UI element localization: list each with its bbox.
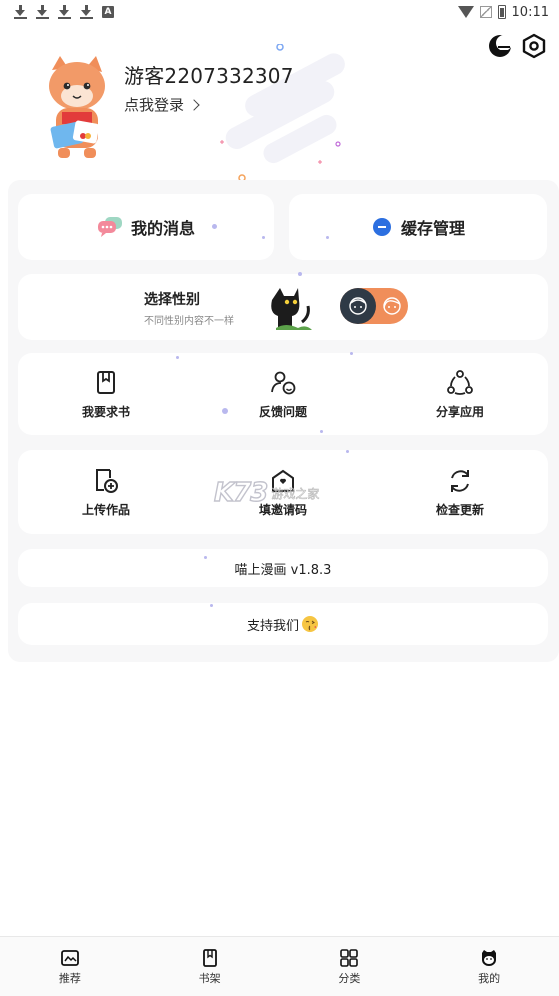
share-icon	[447, 369, 473, 395]
feedback-button[interactable]: 反馈问题	[194, 353, 372, 435]
login-link[interactable]: 点我登录	[124, 94, 200, 115]
chevron-right-icon	[188, 99, 200, 111]
cache-management-label: 缓存管理	[400, 219, 465, 238]
gender-title: 选择性别	[144, 292, 200, 308]
book-request-label: 我要求书	[81, 404, 130, 419]
support-label: 支持我们	[246, 618, 299, 634]
tab-bookshelf[interactable]: 书架	[140, 937, 280, 996]
female-face-icon	[383, 297, 401, 315]
watermark: K73 游戏之家	[213, 477, 320, 508]
menu-panel: 我的消息 缓存管理 选择性别 不同性别内容不一样 我要求书 反馈问题 分享应用 …	[8, 180, 559, 662]
decor-dot	[346, 450, 349, 453]
tab-me-label: 我的	[478, 971, 501, 985]
watermark-text: 游戏之家	[271, 486, 320, 501]
decor-dot	[212, 224, 217, 229]
check-update-label: 检查更新	[435, 502, 484, 517]
recommend-icon	[60, 949, 79, 966]
status-time: 10:11	[511, 4, 549, 20]
support-us-button[interactable]: 支持我们	[18, 603, 548, 645]
me-icon	[482, 949, 497, 966]
bottom-nav: 推荐 书架 分类 我的	[0, 936, 559, 996]
cache-icon	[372, 218, 391, 236]
update-icon	[451, 469, 469, 492]
decor-dot	[326, 236, 329, 239]
status-notifications: A	[14, 5, 114, 19]
tab-category[interactable]: 分类	[280, 937, 420, 996]
share-app-label: 分享应用	[435, 404, 484, 419]
download-icon	[14, 5, 27, 19]
wifi-icon	[457, 6, 474, 18]
no-signal-icon	[479, 6, 492, 18]
tab-recommend-label: 推荐	[58, 971, 81, 985]
bookshelf-icon	[202, 948, 217, 967]
username: 游客2207332307	[124, 64, 294, 88]
decor-dot	[262, 236, 265, 239]
login-label: 点我登录	[124, 96, 185, 114]
upload-work-button[interactable]: 上传作品	[18, 450, 194, 534]
avatar[interactable]	[46, 56, 108, 162]
status-system: 10:11	[457, 4, 549, 20]
status-bar: A 10:11	[0, 0, 559, 24]
decor-dot	[204, 556, 207, 559]
decor-dot	[350, 352, 353, 355]
decor-dot	[320, 430, 323, 433]
tools-grid-1: 我要求书 反馈问题 分享应用	[18, 353, 548, 435]
tab-recommend[interactable]: 推荐	[0, 937, 140, 996]
version-text: 喵上漫画 v1.8.3	[234, 562, 332, 578]
download-icon	[36, 5, 49, 19]
gender-subtitle: 不同性别内容不一样	[144, 316, 234, 327]
book-request-button[interactable]: 我要求书	[18, 353, 194, 435]
gender-selector: 选择性别 不同性别内容不一样	[18, 274, 548, 340]
category-icon	[340, 948, 359, 967]
upload-work-label: 上传作品	[81, 502, 130, 517]
feedback-icon	[271, 371, 296, 394]
a-icon: A	[102, 6, 114, 18]
decor-dot	[210, 604, 213, 607]
share-app-button[interactable]: 分享应用	[372, 353, 548, 435]
download-icon	[80, 5, 93, 19]
decor-dot	[222, 408, 228, 414]
watermark-logo: K73	[213, 477, 269, 508]
upload-icon	[96, 468, 118, 493]
settings-icon[interactable]	[521, 33, 547, 59]
check-update-button[interactable]: 检查更新	[372, 450, 548, 534]
feedback-label: 反馈问题	[258, 404, 307, 419]
decor-dot	[298, 272, 302, 276]
tab-me[interactable]: 我的	[419, 937, 559, 996]
message-icon	[97, 217, 122, 237]
tab-category-label: 分类	[338, 971, 361, 985]
black-cat-illustration	[271, 288, 312, 330]
gender-toggle[interactable]	[340, 288, 408, 324]
my-messages-button[interactable]: 我的消息	[18, 194, 274, 260]
book-request-icon	[97, 370, 115, 394]
male-face-icon	[340, 288, 376, 324]
profile-header: 游客2207332307 点我登录	[0, 24, 559, 184]
download-icon	[58, 5, 71, 19]
battery-icon	[497, 5, 506, 19]
cache-management-button[interactable]: 缓存管理	[289, 194, 547, 260]
theme-icon[interactable]	[487, 33, 513, 59]
kiss-emoji-icon	[302, 616, 318, 632]
decor-dot	[176, 356, 179, 359]
tab-bookshelf-label: 书架	[198, 971, 221, 985]
version-info: 喵上漫画 v1.8.3	[18, 549, 548, 587]
my-messages-label: 我的消息	[130, 219, 195, 238]
